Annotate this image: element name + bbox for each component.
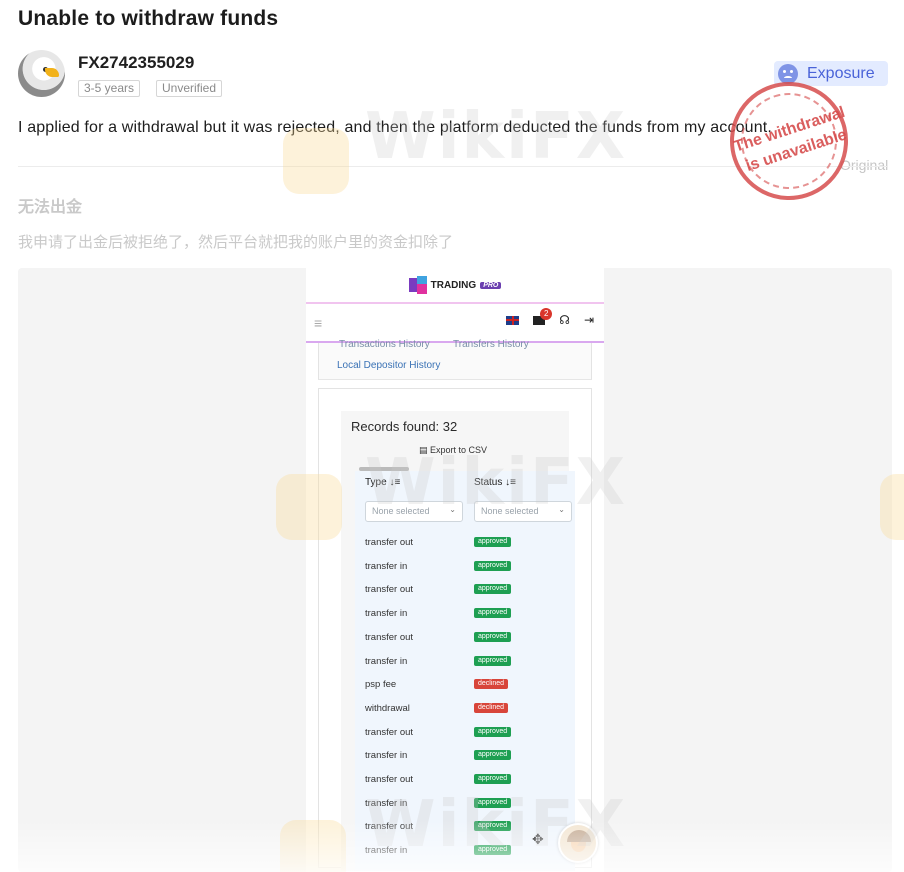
table-row[interactable]: transfer out approved (365, 726, 565, 741)
table-row[interactable]: transfer in approved (365, 655, 565, 670)
sort-icon: ↓≡ (505, 477, 516, 488)
transaction-type: transfer in (365, 845, 408, 857)
export-csv-button[interactable]: ▤ Export to CSV (419, 445, 487, 456)
table-row[interactable]: transfer in approved (365, 608, 565, 622)
status-badge: declined (474, 679, 509, 690)
broker-logo: TRADING PRO (306, 268, 604, 302)
unavailable-stamp: The withdrawal is unavailable (714, 66, 864, 216)
status-column-header[interactable]: Status ↓≡ (474, 477, 516, 488)
mail-icon[interactable]: 2 (533, 307, 553, 325)
user-avatar[interactable] (18, 50, 65, 97)
uk-flag-icon[interactable] (506, 315, 520, 325)
transaction-type: transfer in (365, 797, 408, 809)
top-navbar: ≡ 2 ☊ ⇥ (306, 302, 604, 343)
status-badge: approved (474, 537, 512, 547)
status-badge: approved (474, 631, 512, 642)
status-header-label: Status (474, 477, 503, 488)
exposure-label: Exposure (807, 64, 875, 82)
table-row[interactable]: transfer out approved (365, 537, 565, 551)
author-name[interactable]: FX2742355029 (78, 53, 194, 73)
table-row[interactable]: withdrawal declined (365, 702, 565, 717)
table-row[interactable]: psp fee declined (365, 679, 565, 693)
transaction-type: withdrawal (365, 702, 410, 714)
transaction-type: transfer in (365, 655, 408, 667)
original-content: 我申请了出金后被拒绝了，然后平台就把我的账户里的资金扣除了 (18, 233, 454, 251)
tab-transactions-history[interactable]: Transactions History (339, 339, 430, 350)
post-content: I applied for a withdrawal but it was re… (18, 119, 772, 136)
status-badge: approved (474, 608, 512, 619)
status-badge: approved (474, 750, 512, 761)
logout-icon[interactable]: ⇥ (584, 313, 594, 327)
sad-face-icon (778, 63, 798, 84)
records-table: Type ↓≡ Status ↓≡ None selected ⌄ None se… (355, 471, 575, 871)
tab-transfers-history[interactable]: Transfers History (453, 339, 529, 350)
sort-icon: ↓≡ (389, 477, 401, 488)
transaction-type: transfer out (365, 584, 414, 596)
move-icon[interactable]: ✥ (532, 831, 544, 848)
transaction-type: transfer in (365, 608, 408, 620)
post-title: Unable to withdraw funds (18, 7, 279, 30)
experience-tag: 3-5 years (78, 80, 141, 97)
status-filter-value: None selected (481, 506, 539, 516)
headset-icon[interactable]: ☊ (559, 313, 570, 327)
file-icon: ▤ (419, 445, 431, 455)
chevron-down-icon: ⌄ (449, 505, 456, 514)
transaction-type: transfer in (365, 560, 408, 572)
verification-tag: Unverified (156, 80, 223, 97)
status-badge: approved (474, 845, 512, 856)
stamp-line-1: The withdrawal (731, 103, 848, 156)
evidence-screenshot[interactable]: TRADING PRO ≡ 2 ☊ ⇥ Transactions History… (18, 268, 892, 872)
transaction-type: transfer out (365, 631, 414, 643)
original-title: 无法出金 (18, 197, 83, 216)
phone-screen: TRADING PRO ≡ 2 ☊ ⇥ Transactions History… (306, 268, 604, 872)
transaction-type: transfer out (365, 726, 414, 738)
records-panel: Records found: 32 ▤ Export to CSV Type ↓… (318, 388, 592, 871)
table-row[interactable]: transfer in approved (365, 750, 565, 764)
chevron-down-icon: ⌄ (558, 505, 565, 514)
cube-logo-icon (408, 276, 427, 294)
transaction-type: transfer out (365, 821, 414, 833)
history-tabs: Transactions History Transfers History L… (318, 339, 592, 380)
records-count: Records found: 32 (351, 419, 458, 434)
type-header-label: Type (365, 477, 387, 488)
transaction-type: transfer out (365, 774, 414, 785)
type-filter-select[interactable]: None selected ⌄ (365, 501, 463, 522)
tab-local-depositor-history[interactable]: Local Depositor History (337, 360, 440, 371)
status-badge: approved (474, 726, 512, 737)
table-row[interactable]: transfer out approved (365, 774, 565, 788)
eagle-beak (45, 68, 59, 77)
table-row[interactable]: transfer out approved (365, 584, 565, 598)
logo-badge: PRO (480, 281, 502, 289)
table-row[interactable]: transfer in approved (365, 797, 565, 812)
status-badge: approved (474, 821, 512, 832)
export-label: Export to CSV (430, 445, 488, 455)
watermark: WikiFX (365, 100, 628, 174)
hamburger-menu-icon[interactable]: ≡ (314, 315, 322, 331)
status-badge: approved (474, 584, 512, 595)
table-row[interactable]: transfer out approved (365, 631, 565, 646)
status-badge: approved (474, 797, 512, 808)
transaction-type: psp fee (365, 679, 397, 691)
nav-icons: 2 ☊ ⇥ (506, 307, 594, 327)
transaction-type: transfer out (365, 537, 414, 548)
transaction-type: transfer in (365, 750, 408, 762)
status-filter-select[interactable]: None selected ⌄ (474, 501, 572, 522)
status-badge: approved (474, 774, 512, 784)
type-column-header[interactable]: Type ↓≡ (365, 477, 400, 488)
status-badge: declined (474, 702, 509, 713)
mail-badge: 2 (540, 307, 553, 320)
assistant-avatar[interactable] (558, 823, 598, 863)
status-badge: approved (474, 560, 512, 571)
watermark-logo (283, 128, 349, 194)
table-row[interactable]: transfer in approved (365, 560, 565, 575)
logo-text: TRADING (430, 279, 477, 291)
original-link[interactable]: Original (840, 157, 888, 173)
type-filter-value: None selected (372, 506, 430, 516)
status-badge: approved (474, 655, 512, 666)
